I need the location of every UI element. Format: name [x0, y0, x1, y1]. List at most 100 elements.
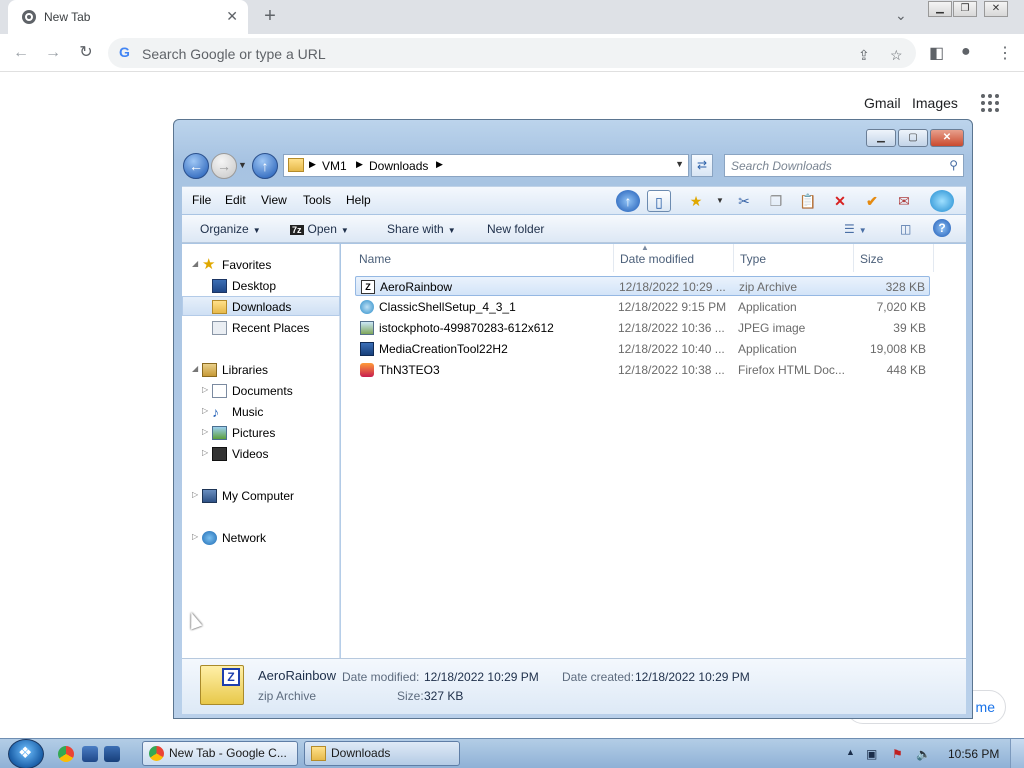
table-row[interactable]: Z AeroRainbow 12/18/2022 10:29 ... zip A… — [355, 276, 930, 296]
expand-arrow-icon[interactable]: ▷ — [192, 532, 198, 541]
breadcrumb-vm1[interactable]: VM1 — [322, 159, 347, 173]
copy-icon[interactable]: ❐ — [764, 190, 788, 212]
side-panel-icon[interactable]: ◧ — [929, 43, 944, 63]
expand-arrow-icon[interactable]: ▷ — [202, 385, 208, 394]
volume-icon[interactable]: 🔈 — [916, 747, 931, 761]
bookmark-star-icon[interactable]: ☆ — [890, 47, 903, 64]
collapse-arrow-icon[interactable]: ◢ — [192, 364, 198, 373]
table-row[interactable]: ClassicShellSetup_4_3_1 12/18/2022 9:15 … — [355, 297, 930, 317]
expand-arrow-icon[interactable]: ▷ — [192, 490, 198, 499]
delete-icon[interactable]: ✕ — [828, 190, 852, 212]
menu-help[interactable]: Help — [346, 193, 371, 207]
menu-edit[interactable]: Edit — [225, 193, 246, 207]
email-icon[interactable]: ✉ — [892, 190, 916, 212]
breadcrumb-chevron-icon[interactable]: ▶ — [356, 159, 363, 170]
omnibox-input[interactable]: Search Google or type a URL — [142, 46, 326, 62]
nav-recent-places[interactable]: Recent Places — [182, 318, 340, 338]
menu-tools[interactable]: Tools — [303, 193, 331, 207]
up-arrow-icon[interactable]: ↑ — [616, 190, 640, 212]
nav-favorites[interactable]: ◢ ★ Favorites — [182, 255, 340, 275]
help-icon[interactable]: ? — [933, 219, 951, 237]
show-desktop-quicklaunch-icon[interactable] — [82, 746, 98, 762]
explorer-minimize-button[interactable]: ▁ — [866, 129, 896, 147]
column-header-name[interactable]: Name — [351, 244, 614, 272]
nav-music[interactable]: ▷ ♪ Music — [182, 402, 340, 422]
chrome-close-button[interactable]: ✕ — [984, 1, 1008, 17]
expand-arrow-icon[interactable]: ▷ — [202, 448, 208, 457]
table-row[interactable]: ThN3TEO3 12/18/2022 10:38 ... Firefox HT… — [355, 360, 930, 380]
new-tab-button[interactable]: + — [258, 5, 282, 29]
search-input[interactable]: Search Downloads ⚲ — [724, 154, 964, 177]
change-view-icon[interactable]: ☰ ▼ — [844, 222, 867, 236]
column-header-type[interactable]: Type — [734, 244, 854, 272]
nav-network[interactable]: ▷ Network — [182, 528, 340, 548]
recent-pages-dropdown-icon[interactable]: ▼ — [238, 160, 247, 170]
breadcrumb-chevron-icon[interactable]: ▶ — [309, 159, 316, 170]
folders-pane-toggle-icon[interactable]: ▯ — [647, 190, 671, 212]
nav-videos[interactable]: ▷ Videos — [182, 444, 340, 464]
explorer-quicklaunch-icon[interactable] — [104, 746, 120, 762]
open-button[interactable]: 7z Open ▼ — [290, 222, 349, 236]
nav-desktop[interactable]: Desktop — [182, 276, 340, 296]
show-hidden-icons-icon[interactable]: ▲ — [846, 747, 855, 757]
images-link[interactable]: Images — [912, 95, 958, 111]
address-bar[interactable]: ▶ VM1 ▶ Downloads ▶ ▼ — [283, 154, 689, 177]
collapse-arrow-icon[interactable]: ◢ — [192, 259, 198, 268]
back-arrow-icon[interactable]: ← — [10, 42, 32, 64]
preview-pane-icon[interactable]: ◫ — [900, 222, 911, 236]
start-button[interactable] — [8, 739, 44, 768]
show-desktop-button[interactable] — [1010, 739, 1024, 768]
explorer-close-button[interactable]: ✕ — [930, 129, 964, 147]
address-history-dropdown-icon[interactable]: ▼ — [675, 159, 684, 169]
chrome-quicklaunch-icon[interactable] — [58, 746, 74, 762]
google-apps-icon[interactable] — [981, 94, 999, 112]
refresh-button[interactable]: ⇄ — [691, 154, 713, 177]
tab-new-tab[interactable]: New Tab ✕ — [8, 0, 248, 34]
nav-documents[interactable]: ▷ Documents — [182, 381, 340, 401]
action-center-flag-icon[interactable]: ⚑ — [892, 747, 903, 761]
paste-icon[interactable]: 📋 — [796, 190, 820, 212]
favorite-folder-icon[interactable]: ★ — [684, 190, 708, 212]
tab-close-icon[interactable]: ✕ — [226, 8, 238, 25]
chrome-menu-icon[interactable]: ⋮ — [997, 43, 1013, 63]
up-one-level-button[interactable]: ↑ — [252, 153, 278, 179]
explorer-maximize-button[interactable]: ▢ — [898, 129, 928, 147]
share-with-button[interactable]: Share with ▼ — [387, 222, 456, 236]
gmail-link[interactable]: Gmail — [864, 95, 901, 111]
nav-libraries[interactable]: ◢ Libraries — [182, 360, 340, 380]
column-header-date[interactable]: Date modified — [614, 244, 734, 272]
reload-icon[interactable]: ↻ — [75, 42, 97, 64]
omnibox[interactable]: G Search Google or type a URL ⇪ ☆ — [108, 38, 916, 68]
globe-icon[interactable] — [930, 190, 954, 212]
forward-button[interactable]: → — [211, 153, 237, 179]
column-header-size[interactable]: Size — [854, 244, 934, 272]
tab-search-chevron-icon[interactable]: ⌄ — [895, 7, 907, 24]
checkmark-icon[interactable]: ✔ — [860, 190, 884, 212]
chrome-minimize-button[interactable]: ▁ — [928, 1, 952, 17]
menu-view[interactable]: View — [261, 193, 287, 207]
share-icon[interactable]: ⇪ — [858, 47, 870, 64]
nav-my-computer[interactable]: ▷ My Computer — [182, 486, 340, 506]
cut-scissors-icon[interactable]: ✂ — [732, 190, 756, 212]
nav-pictures[interactable]: ▷ Pictures — [182, 423, 340, 443]
forward-arrow-icon[interactable]: → — [42, 42, 64, 64]
network-tray-icon[interactable]: ▣ — [866, 747, 877, 761]
taskbar-downloads-window[interactable]: Downloads — [304, 741, 460, 766]
breadcrumb-chevron-icon[interactable]: ▶ — [436, 159, 443, 170]
expand-arrow-icon[interactable]: ▷ — [202, 406, 208, 415]
taskbar-clock[interactable]: 10:56 PM — [948, 747, 999, 761]
chrome-restore-button[interactable]: ❐ — [953, 1, 977, 17]
profile-avatar-icon[interactable]: ● — [961, 43, 971, 61]
table-row[interactable]: MediaCreationTool22H2 12/18/2022 10:40 .… — [355, 339, 930, 359]
taskbar-chrome-window[interactable]: New Tab - Google C... — [142, 741, 298, 766]
breadcrumb-downloads[interactable]: Downloads — [369, 159, 428, 173]
expand-arrow-icon[interactable]: ▷ — [202, 427, 208, 436]
organize-button[interactable]: Organize ▼ — [200, 222, 261, 236]
back-button[interactable]: ← — [183, 153, 209, 179]
search-icon[interactable]: ⚲ — [949, 158, 958, 172]
favorites-dropdown-icon[interactable]: ▼ — [708, 190, 732, 212]
new-folder-button[interactable]: New folder — [487, 222, 544, 236]
table-row[interactable]: istockphoto-499870283-612x612 12/18/2022… — [355, 318, 930, 338]
nav-downloads[interactable]: Downloads — [182, 296, 340, 316]
menu-file[interactable]: File — [192, 193, 211, 207]
